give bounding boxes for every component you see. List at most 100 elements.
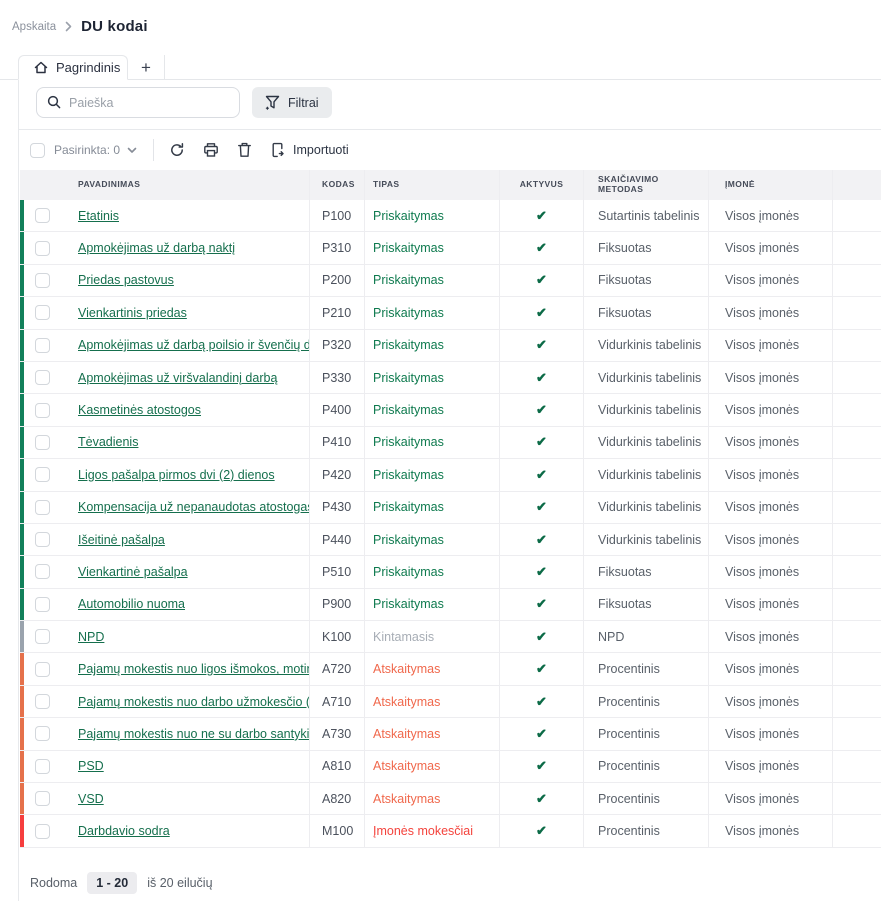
row-name-link[interactable]: Automobilio nuoma	[78, 597, 185, 611]
row-extra-cell	[833, 232, 881, 263]
row-type: Priskaitymas	[373, 241, 444, 255]
row-code: P200	[322, 273, 351, 287]
row-name-link[interactable]: Vienkartinė pašalpa	[78, 565, 188, 579]
row-name-link[interactable]: Priedas pastovus	[78, 273, 174, 287]
row-name-link[interactable]: Apmokėjimas už viršvalandinį darbą	[78, 371, 277, 385]
row-company: Visos įmonės	[725, 403, 799, 417]
row-name-link[interactable]: Tėvadienis	[78, 435, 138, 449]
row-name-link[interactable]: Etatinis	[78, 209, 119, 223]
column-header-kodas[interactable]: Kodas	[310, 170, 365, 200]
table-row: Darbdavio sodra M100 Įmonės mokesčiai ✔ …	[20, 815, 881, 847]
row-company-cell: Visos įmonės	[709, 653, 833, 684]
checkmark-icon: ✔	[536, 791, 547, 807]
row-method-cell: Fiksuotas	[584, 265, 709, 296]
row-name-link[interactable]: Pajamų mokestis nuo ligos išmokos, motin…	[78, 662, 310, 676]
checkmark-icon: ✔	[536, 726, 547, 742]
row-name-link[interactable]: VSD	[78, 792, 104, 806]
trash-icon[interactable]	[237, 142, 252, 158]
column-header-imone[interactable]: Įmonė	[709, 170, 833, 200]
row-checkbox[interactable]	[35, 629, 50, 644]
row-checkbox[interactable]	[35, 597, 50, 612]
filter-button[interactable]: Filtrai	[252, 87, 332, 118]
row-type-cell: Priskaitymas	[365, 524, 500, 555]
row-company: Visos įmonės	[725, 306, 799, 320]
chevron-down-icon[interactable]	[127, 147, 137, 154]
table-row: VSD A820 Atskaitymas ✔ Procentinis Visos…	[20, 783, 881, 815]
row-checkbox[interactable]	[35, 759, 50, 774]
row-checkbox[interactable]	[35, 467, 50, 482]
row-method-cell: Fiksuotas	[584, 556, 709, 587]
row-type: Priskaitymas	[373, 403, 444, 417]
row-name-link[interactable]: Darbdavio sodra	[78, 824, 170, 838]
row-checkbox[interactable]	[35, 305, 50, 320]
row-checkbox[interactable]	[35, 241, 50, 256]
row-checkbox[interactable]	[35, 726, 50, 741]
row-name-link[interactable]: Vienkartinis priedas	[78, 306, 187, 320]
row-extra-cell	[833, 427, 881, 458]
row-name-link[interactable]: Kompensacija už nepanaudotas atostogas	[78, 500, 310, 514]
row-checkbox[interactable]	[35, 435, 50, 450]
checkmark-icon: ✔	[536, 694, 547, 710]
row-method: Fiksuotas	[598, 241, 652, 255]
row-code-cell: A730	[310, 718, 365, 749]
row-checkbox[interactable]	[35, 564, 50, 579]
checkmark-icon: ✔	[536, 305, 547, 321]
import-button[interactable]: Importuoti	[270, 142, 349, 158]
row-checkbox[interactable]	[35, 791, 50, 806]
table-row: Etatinis P100 Priskaitymas ✔ Sutartinis …	[20, 200, 881, 232]
row-extra-cell	[833, 718, 881, 749]
row-company-cell: Visos įmonės	[709, 200, 833, 231]
table-row: Apmokėjimas už darbą poilsio ir švenčių …	[20, 330, 881, 362]
row-type-cell: Priskaitymas	[365, 459, 500, 490]
row-name-cell: PSD	[64, 751, 310, 782]
row-code-cell: P510	[310, 556, 365, 587]
row-checkbox[interactable]	[35, 824, 50, 839]
print-icon[interactable]	[203, 142, 219, 158]
select-all-checkbox[interactable]	[30, 143, 45, 158]
row-checkbox-cell	[20, 815, 64, 846]
column-header-aktyvus[interactable]: Aktyvus	[500, 170, 584, 200]
row-checkbox[interactable]	[35, 273, 50, 288]
row-method-cell: Vidurkinis tabelinis	[584, 427, 709, 458]
row-extra-cell	[833, 265, 881, 296]
search-input[interactable]	[36, 87, 240, 118]
column-header-pavadinimas[interactable]: Pavadinimas	[64, 170, 310, 200]
row-checkbox[interactable]	[35, 370, 50, 385]
row-name-link[interactable]: NPD	[78, 630, 104, 644]
row-method-cell: Vidurkinis tabelinis	[584, 492, 709, 523]
row-company-cell: Visos įmonės	[709, 362, 833, 393]
tab-bar: Pagrindinis +	[0, 38, 881, 80]
column-header-skaiciavimo-metodas[interactable]: Skaičiavimo metodas	[584, 170, 709, 200]
row-name-link[interactable]: Ligos pašalpa pirmos dvi (2) dienos	[78, 468, 275, 482]
row-checkbox[interactable]	[35, 500, 50, 515]
refresh-icon[interactable]	[169, 142, 185, 158]
table-row: Pajamų mokestis nuo darbo užmokesčio (GP…	[20, 686, 881, 718]
row-checkbox[interactable]	[35, 662, 50, 677]
row-method: Vidurkinis tabelinis	[598, 403, 701, 417]
table-row: Pajamų mokestis nuo ligos išmokos, motin…	[20, 653, 881, 685]
row-checkbox[interactable]	[35, 532, 50, 547]
row-active-cell: ✔	[500, 556, 584, 587]
column-header-tipas[interactable]: Tipas	[365, 170, 500, 200]
row-name-link[interactable]: Pajamų mokestis nuo darbo užmokesčio (GP…	[78, 695, 310, 709]
row-name-link[interactable]: Kasmetinės atostogos	[78, 403, 201, 417]
breadcrumb-parent[interactable]: Apskaita	[12, 21, 56, 33]
row-type-cell: Priskaitymas	[365, 265, 500, 296]
row-company-cell: Visos įmonės	[709, 427, 833, 458]
add-tab-button[interactable]: +	[128, 55, 165, 80]
row-checkbox[interactable]	[35, 338, 50, 353]
row-checkbox[interactable]	[35, 208, 50, 223]
row-name-link[interactable]: Apmokėjimas už darbą poilsio ir švenčių …	[78, 338, 310, 352]
row-type: Priskaitymas	[373, 500, 444, 514]
tab-pagrindinis[interactable]: Pagrindinis	[18, 55, 128, 80]
row-name-link[interactable]: Apmokėjimas už darbą naktį	[78, 241, 235, 255]
row-checkbox[interactable]	[35, 403, 50, 418]
row-type: Atskaitymas	[373, 662, 440, 676]
table-row: Tėvadienis P410 Priskaitymas ✔ Vidurkini…	[20, 427, 881, 459]
row-name-link[interactable]: Pajamų mokestis nuo ne su darbo santykia…	[78, 727, 310, 741]
row-active-cell: ✔	[500, 459, 584, 490]
row-method-cell: Fiksuotas	[584, 232, 709, 263]
row-checkbox[interactable]	[35, 694, 50, 709]
row-name-link[interactable]: PSD	[78, 759, 104, 773]
row-name-link[interactable]: Išeitinė pašalpa	[78, 533, 165, 547]
